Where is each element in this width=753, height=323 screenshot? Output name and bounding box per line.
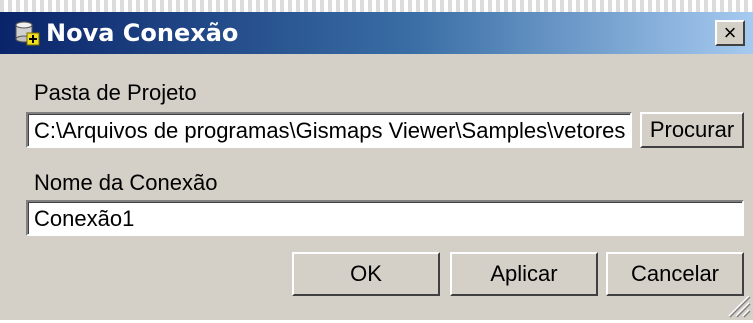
background-strip [0, 0, 753, 12]
cancel-button[interactable]: Cancelar [606, 252, 744, 296]
close-button[interactable]: × [715, 20, 745, 46]
project-folder-label: Pasta de Projeto [34, 80, 197, 105]
resize-grip-icon[interactable] [725, 292, 751, 318]
connection-name-input[interactable]: Conexão1 [26, 200, 744, 236]
new-connection-dialog: Nova Conexão × Pasta de Projeto C:\Arqui… [0, 0, 753, 320]
connection-name-label: Nome da Conexão [34, 170, 218, 195]
close-icon: × [723, 20, 737, 45]
project-folder-input[interactable]: C:\Arquivos de programas\Gismaps Viewer\… [26, 112, 632, 148]
ok-button[interactable]: OK [292, 252, 440, 296]
dialog-title: Nova Conexão [46, 19, 239, 47]
apply-button[interactable]: Aplicar [450, 252, 598, 296]
title-bar[interactable]: Nova Conexão × [0, 12, 753, 54]
database-add-icon [14, 20, 40, 46]
browse-button[interactable]: Procurar [640, 112, 744, 148]
